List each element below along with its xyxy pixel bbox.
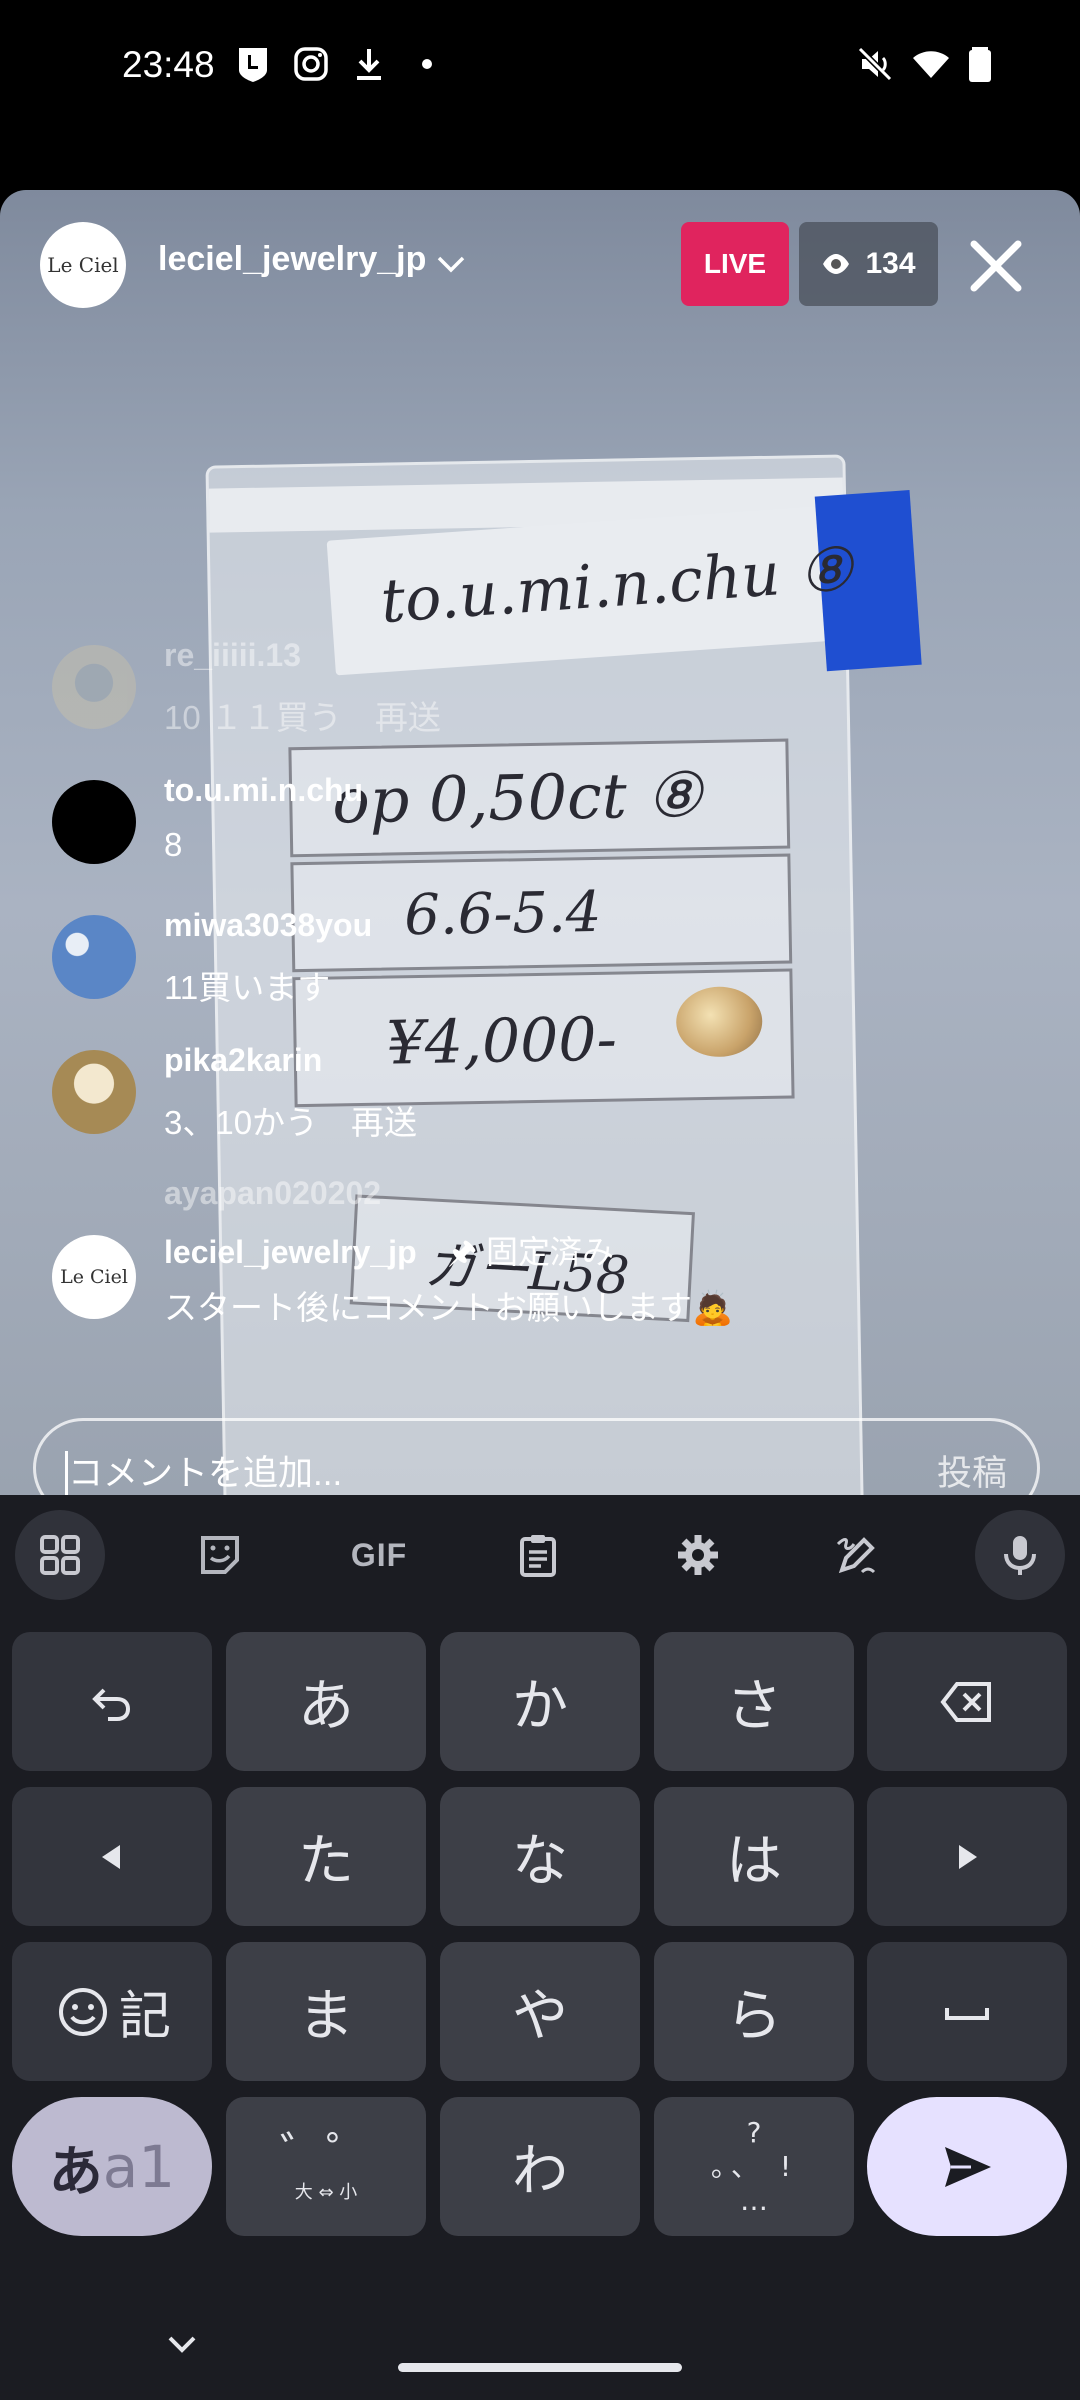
- comment-username[interactable]: miwa3038you: [164, 907, 372, 944]
- key-ka[interactable]: か: [440, 1632, 640, 1771]
- dakuten-key[interactable]: ゛゜ 大 ⇔ 小: [226, 2097, 426, 2236]
- commenter-avatar[interactable]: [52, 1050, 136, 1134]
- mode-alnum: a1: [102, 2132, 176, 2201]
- post-button[interactable]: 投稿: [937, 1445, 1007, 1495]
- key-wa[interactable]: わ: [440, 2097, 640, 2236]
- comment-text: 11買います: [164, 969, 331, 1006]
- send-icon: [945, 2146, 991, 2187]
- comment-username[interactable]: re_iiiii.13: [164, 637, 301, 674]
- undo-key[interactable]: [12, 1632, 212, 1771]
- cursor-left-key[interactable]: [12, 1787, 212, 1926]
- host-avatar[interactable]: Le Ciel: [40, 222, 126, 308]
- comment-text: 10 １１買う 再送: [164, 699, 441, 736]
- commenter-avatar[interactable]: [52, 645, 136, 729]
- chevron-down-icon[interactable]: [433, 246, 469, 282]
- comment-input[interactable]: コメントを追加... 投稿: [33, 1418, 1040, 1495]
- settings-icon[interactable]: [642, 1512, 754, 1598]
- pinned-text: スタート後にコメントお願いします🙇: [164, 1289, 734, 1326]
- dot-icon: [407, 44, 447, 84]
- hide-keyboard-icon[interactable]: [158, 2320, 206, 2368]
- line-icon: [233, 44, 273, 84]
- comment-placeholder[interactable]: コメントを追加...: [68, 1445, 342, 1495]
- battery-icon: [960, 44, 1000, 84]
- pinned-comment: Le Ciel leciel_jewelry_jp 🖈 固定済み スタート後にコ…: [52, 1227, 952, 1347]
- comment-username[interactable]: pika2karin: [164, 1042, 322, 1079]
- dakuten-label: ゛゜: [280, 2126, 372, 2181]
- mode-kana: あ: [48, 2140, 103, 2203]
- key-ha[interactable]: は: [654, 1787, 854, 1926]
- send-key[interactable]: [867, 2097, 1067, 2236]
- viewer-count-badge[interactable]: 134: [799, 222, 938, 306]
- pinned-label: 固定済み: [486, 1234, 615, 1270]
- status-time: 23:48: [122, 44, 215, 85]
- space-icon: [945, 2007, 989, 2020]
- key-a[interactable]: あ: [226, 1632, 426, 1771]
- backspace-key[interactable]: [867, 1632, 1067, 1771]
- wifi-icon: [911, 44, 951, 84]
- key-ra[interactable]: ら: [654, 1942, 854, 2081]
- keyboard: GIF あ か さ た な は 記 ま や ら あ a1 ゛゜ 大 ⇔ 小 わ …: [0, 1495, 1080, 2400]
- comment-item: pika2karin 3、10かう 再送: [52, 1042, 952, 1162]
- punct-marks: 。、 !: [710, 2149, 798, 2183]
- eye-icon: [823, 254, 850, 274]
- live-badge: LIVE: [681, 222, 789, 306]
- punct-question: ?: [746, 2115, 762, 2149]
- comment-text: 3、10かう 再送: [164, 1104, 418, 1141]
- keyboard-toolbar: GIF: [0, 1495, 1080, 1615]
- clipboard-icon[interactable]: [482, 1512, 594, 1598]
- home-indicator[interactable]: [398, 2363, 682, 2372]
- comment-username[interactable]: ayapan020202: [164, 1177, 381, 1212]
- pinned-avatar[interactable]: Le Ciel: [52, 1235, 136, 1319]
- handwriting-icon[interactable]: [801, 1512, 913, 1598]
- key-ya[interactable]: や: [440, 1942, 640, 2081]
- undo-icon: [92, 1688, 131, 1721]
- mic-icon[interactable]: [975, 1510, 1065, 1600]
- live-header: Le Ciel leciel_jewelry_jp LIVE 134: [0, 190, 1080, 340]
- comment-text: 8: [164, 826, 183, 863]
- input-mode-key[interactable]: あ a1: [12, 2097, 212, 2236]
- status-bar: 23:48: [0, 0, 1080, 135]
- backspace-icon: [940, 1681, 991, 1722]
- comment-item: ayapan020202: [52, 1177, 952, 1217]
- mute-icon: [855, 44, 895, 84]
- gif-button[interactable]: GIF: [323, 1512, 435, 1598]
- punct-ellipsis: …: [740, 2183, 768, 2217]
- key-ma[interactable]: ま: [226, 1942, 426, 2081]
- commenter-avatar[interactable]: [52, 780, 136, 864]
- instagram-icon: [291, 44, 331, 84]
- arrow-left-icon: [102, 1844, 120, 1869]
- comment-item: to.u.mi.n.chu 8: [52, 772, 952, 892]
- close-icon[interactable]: [964, 234, 1028, 298]
- size-switch-label: 大 ⇔ 小: [294, 2181, 358, 2203]
- key-sa[interactable]: さ: [654, 1632, 854, 1771]
- apps-icon[interactable]: [15, 1510, 105, 1600]
- arrow-right-icon: [959, 1844, 977, 1869]
- download-icon: [349, 44, 389, 84]
- space-key[interactable]: [867, 1942, 1067, 2081]
- comment-username[interactable]: to.u.mi.n.chu: [164, 772, 363, 809]
- punctuation-key[interactable]: ? 。、 ! …: [654, 2097, 854, 2236]
- emoji-icon: [58, 1987, 107, 2036]
- key-ta[interactable]: た: [226, 1787, 426, 1926]
- viewer-count: 134: [865, 247, 916, 280]
- comment-item: miwa3038you 11買います: [52, 907, 952, 1027]
- live-stream: to.u.mi.n.chu ⑧ op 0,50ct ⑧ 6.6-5.4 ¥4,0…: [0, 190, 1080, 1495]
- key-na[interactable]: な: [440, 1787, 640, 1926]
- tag-handwriting: to.u.mi.n.chu ⑧: [378, 534, 855, 638]
- emoji-kanji-key[interactable]: 記: [12, 1942, 212, 2081]
- cursor-right-key[interactable]: [867, 1787, 1067, 1926]
- pinned-username[interactable]: leciel_jewelry_jp 🖈 固定済み: [164, 1227, 614, 1284]
- host-name[interactable]: leciel_jewelry_jp: [158, 240, 426, 279]
- commenter-avatar[interactable]: [52, 915, 136, 999]
- comment-item: re_iiiii.13 10 １１買う 再送: [52, 637, 952, 757]
- pin-icon: 🖈: [447, 1234, 478, 1270]
- sticker-icon[interactable]: [164, 1512, 276, 1598]
- kanji-label: 記: [118, 1987, 171, 2047]
